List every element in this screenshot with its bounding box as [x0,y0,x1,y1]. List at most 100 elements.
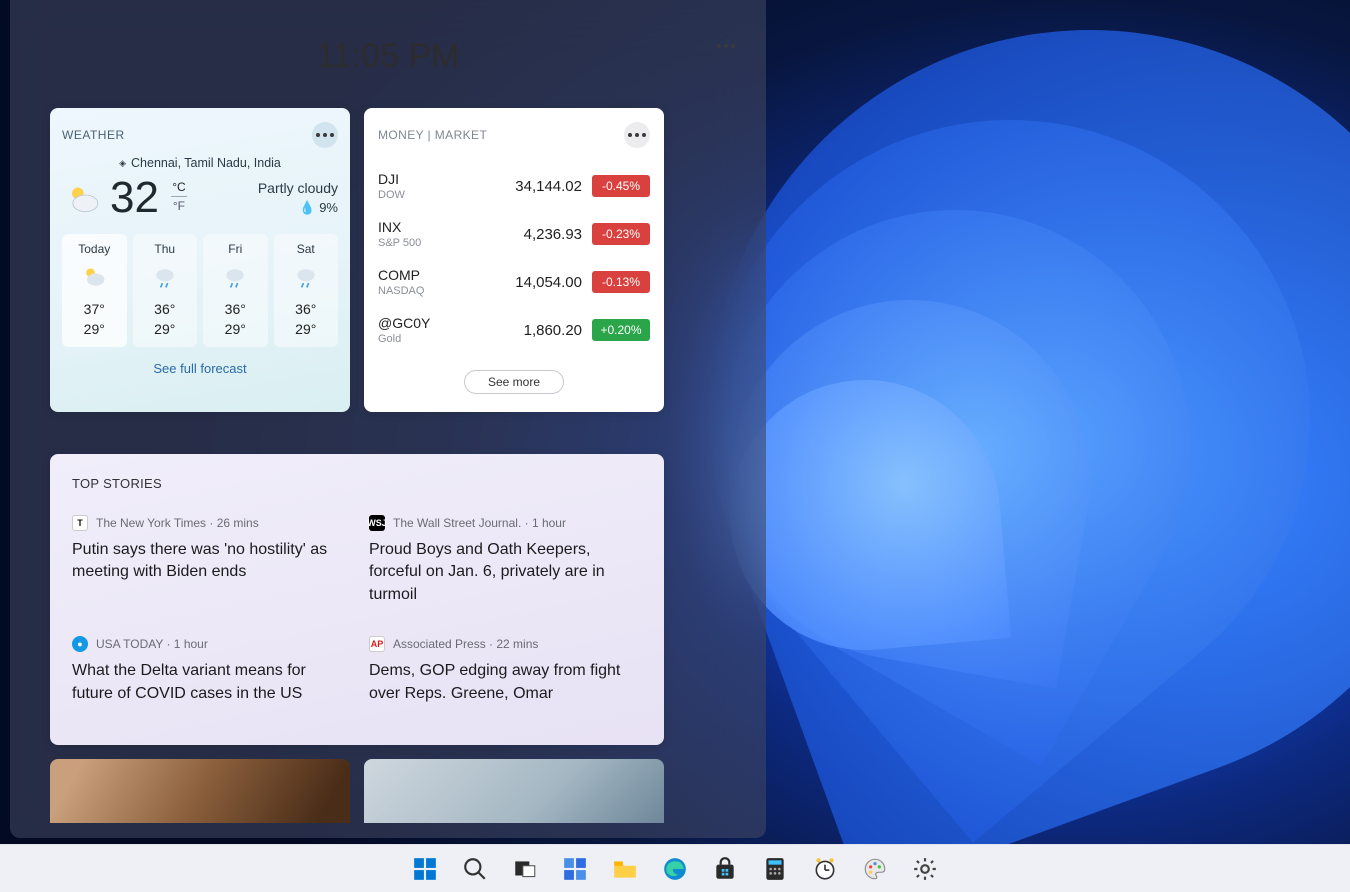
weather-location: Chennai, Tamil Nadu, India [62,156,338,170]
store-icon [712,856,738,882]
start-button[interactable] [405,849,445,889]
market-row[interactable]: COMP NASDAQ 14,054.00 -0.13% [378,258,650,306]
market-change: -0.45% [592,175,650,197]
file-explorer-button[interactable] [605,849,645,889]
weather-condition: Partly cloudy [258,180,338,196]
widgets-panel: 11:05 PM WEATHER Chennai, Tamil Nadu, In… [10,0,766,838]
widgets-icon [562,856,588,882]
money-title: MONEY | MARKET [378,128,487,142]
money-widget[interactable]: MONEY | MARKET DJIDOW 34,144.02 -0.45% I… [364,108,664,412]
settings-button[interactable] [905,849,945,889]
rain-icon [222,264,248,290]
story-item[interactable]: ● USA TODAY · 1 hour What the Delta varia… [72,636,345,705]
story-headline: Proud Boys and Oath Keepers, forceful on… [369,539,642,606]
panel-clock: 11:05 PM [316,37,459,76]
see-more-button[interactable]: See more [464,370,564,394]
story-source: USA TODAY · 1 hour [96,637,208,651]
story-headline: Dems, GOP edging away from fight over Re… [369,660,642,705]
market-change: +0.20% [592,319,650,341]
forecast-day[interactable]: Thu 36° 29° [133,234,198,347]
forecast-lo: 29° [133,321,198,337]
weather-title: WEATHER [62,128,125,142]
story-headline: Putin says there was 'no hostility' as m… [72,539,345,584]
task-view-button[interactable] [505,849,545,889]
clock-button[interactable] [805,849,845,889]
story-item[interactable]: WSJThe Wall Street Journal. · 1 hour Pro… [369,515,642,606]
market-value: 34,144.02 [460,178,592,195]
more-icon [628,133,646,137]
market-change: -0.13% [592,271,650,293]
market-row[interactable]: @GC0YGold 1,860.20 +0.20% [378,306,650,354]
store-button[interactable] [705,849,745,889]
source-logo-icon: T [72,515,88,531]
market-value: 4,236.93 [460,226,592,243]
windows-logo-icon [412,856,438,882]
more-icon [717,44,735,48]
edge-icon [662,856,688,882]
edge-button[interactable] [655,849,695,889]
story-item[interactable]: AP Associated Press · 22 mins Dems, GOP e… [369,636,642,705]
see-full-forecast-link[interactable]: See full forecast [62,361,338,376]
market-name: S&P 500 [378,237,460,249]
folder-icon [612,856,638,882]
forecast-day[interactable]: Today 37° 29° [62,234,127,347]
palette-icon [862,856,888,882]
market-value: 1,860.20 [460,322,592,339]
weather-icon [62,180,102,220]
forecast-lo: 29° [203,321,268,337]
task-view-icon [512,856,538,882]
calculator-button[interactable] [755,849,795,889]
story-headline: What the Delta variant means for future … [72,660,345,705]
weather-more-button[interactable] [312,122,338,148]
forecast-hi: 37° [62,301,127,317]
market-row[interactable]: INX S&P 500 4,236.93 -0.23% [378,210,650,258]
forecast-day-label: Today [62,242,127,256]
forecast-day-label: Fri [203,242,268,256]
panel-more-button[interactable] [712,32,740,60]
news-image-tile[interactable] [50,759,350,823]
market-symbol: COMP [378,267,460,283]
unit-c[interactable]: °C [172,180,185,194]
news-image-tile[interactable] [364,759,664,823]
money-more-button[interactable] [624,122,650,148]
market-name: NASDAQ [378,285,460,297]
forecast-hi: 36° [274,301,339,317]
source-logo-icon: ● [72,636,88,652]
partly-cloudy-icon [81,264,107,290]
taskbar [0,844,1350,892]
market-symbol: DJI [378,171,460,187]
unit-f[interactable]: °F [173,199,185,213]
market-symbol: INX [378,219,460,235]
forecast-day[interactable]: Fri 36° 29° [203,234,268,347]
paint-button[interactable] [855,849,895,889]
weather-temp: 32 [110,176,159,220]
weather-widget[interactable]: WEATHER Chennai, Tamil Nadu, India 32 °C… [50,108,350,412]
market-value: 14,054.00 [460,274,592,291]
story-item[interactable]: TThe New York Times · 26 mins Putin says… [72,515,345,606]
weather-unit-toggle[interactable]: °C °F [171,180,187,213]
rain-icon [293,264,319,290]
market-symbol: @GC0Y [378,315,460,331]
forecast-day-label: Sat [274,242,339,256]
forecast-day[interactable]: Sat 36° 29° [274,234,339,347]
source-logo-icon: AP [369,636,385,652]
search-button[interactable] [455,849,495,889]
widgets-button[interactable] [555,849,595,889]
top-stories-widget: TOP STORIES TThe New York Times · 26 min… [50,454,664,745]
search-icon [462,856,488,882]
rain-icon [152,264,178,290]
forecast-lo: 29° [274,321,339,337]
market-row[interactable]: DJIDOW 34,144.02 -0.45% [378,162,650,210]
forecast-day-label: Thu [133,242,198,256]
clock-icon [812,856,838,882]
story-source: The Wall Street Journal. · 1 hour [393,516,566,530]
stories-title: TOP STORIES [72,476,642,491]
more-icon [316,133,334,137]
calculator-icon [762,856,788,882]
story-source: Associated Press · 22 mins [393,637,538,651]
weather-humidity: 💧 9% [258,200,338,216]
forecast-row: Today 37° 29° Thu 36° 29° Fri 36° 29° [62,234,338,347]
market-change: -0.23% [592,223,650,245]
gear-icon [912,856,938,882]
forecast-hi: 36° [203,301,268,317]
